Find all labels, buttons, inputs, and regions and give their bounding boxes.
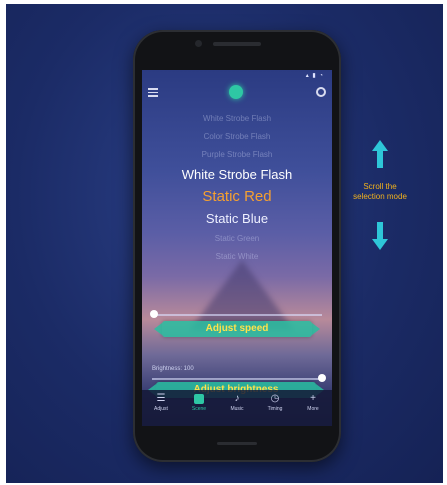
plus-icon: + [310, 393, 316, 404]
background-mountain [190, 260, 294, 330]
scroll-annotation-text: Scroll the selection mode [340, 182, 420, 202]
speed-annotation-text: Adjust speed [205, 323, 269, 334]
arrow-down-shaft [377, 222, 383, 240]
arrow-left-icon [154, 323, 162, 335]
tab-timing[interactable]: ◷ Timing [256, 390, 294, 426]
mode-item[interactable]: Static White [142, 248, 332, 266]
mode-picker[interactable]: White Strobe Flash Color Strobe Flash Pu… [142, 110, 332, 266]
front-camera [195, 40, 202, 47]
status-bar: ▴ ▮ ◔ [142, 70, 332, 82]
tab-more[interactable]: + More [294, 390, 332, 426]
sliders-icon: ☰ [156, 393, 166, 404]
menu-icon[interactable] [148, 88, 158, 97]
music-icon: ♪ [234, 393, 240, 404]
app-screen: ▴ ▮ ◔ White Strobe Flash Color Strobe Fl… [142, 70, 332, 426]
arrow-down-icon [372, 239, 388, 250]
mode-item-selected[interactable]: Static Red [142, 186, 332, 208]
brightness-slider-handle[interactable] [318, 374, 326, 382]
clock-icon: ◷ [270, 393, 280, 404]
speed-slider[interactable] [152, 314, 322, 316]
arrow-up-shaft [377, 150, 383, 168]
tab-music[interactable]: ♪ Music [218, 390, 256, 426]
mode-item[interactable]: White Strobe Flash [142, 164, 332, 186]
brightness-slider[interactable] [152, 378, 322, 380]
power-toggle-icon[interactable] [229, 85, 243, 99]
tab-label: Music [230, 406, 244, 412]
brightness-label: Brightness: 100 [152, 366, 194, 372]
mode-item[interactable]: Static Blue [142, 208, 332, 230]
mode-item[interactable]: Static Green [142, 230, 332, 248]
status-icons: ▴ ▮ ◔ [305, 73, 324, 79]
mode-item[interactable]: White Strobe Flash [142, 110, 332, 128]
tab-label: Adjust [154, 406, 168, 412]
tab-label: More [307, 406, 319, 412]
speed-annotation: Adjust speed [154, 321, 320, 337]
earpiece-speaker [213, 42, 261, 46]
phone-frame: ▴ ▮ ◔ White Strobe Flash Color Strobe Fl… [133, 30, 341, 462]
mode-item[interactable]: Color Strobe Flash [142, 128, 332, 146]
home-indicator [217, 442, 257, 445]
bottom-tab-bar: ☰ Adjust ■ Scene ♪ Music ◷ Timing + More [142, 390, 332, 426]
arrow-right-icon [312, 323, 320, 335]
tab-label: Timing [267, 406, 283, 412]
scene-icon: ■ [194, 393, 204, 404]
tab-adjust[interactable]: ☰ Adjust [142, 390, 180, 426]
mode-item[interactable]: Purple Strobe Flash [142, 146, 332, 164]
scroll-text-line1: Scroll the [363, 182, 397, 191]
settings-icon[interactable] [316, 87, 326, 97]
tab-label: Scene [191, 406, 207, 412]
speed-slider-handle[interactable] [150, 310, 158, 318]
scroll-text-line2: selection mode [353, 192, 407, 201]
tab-scene[interactable]: ■ Scene [180, 390, 218, 426]
top-bar [142, 82, 332, 102]
